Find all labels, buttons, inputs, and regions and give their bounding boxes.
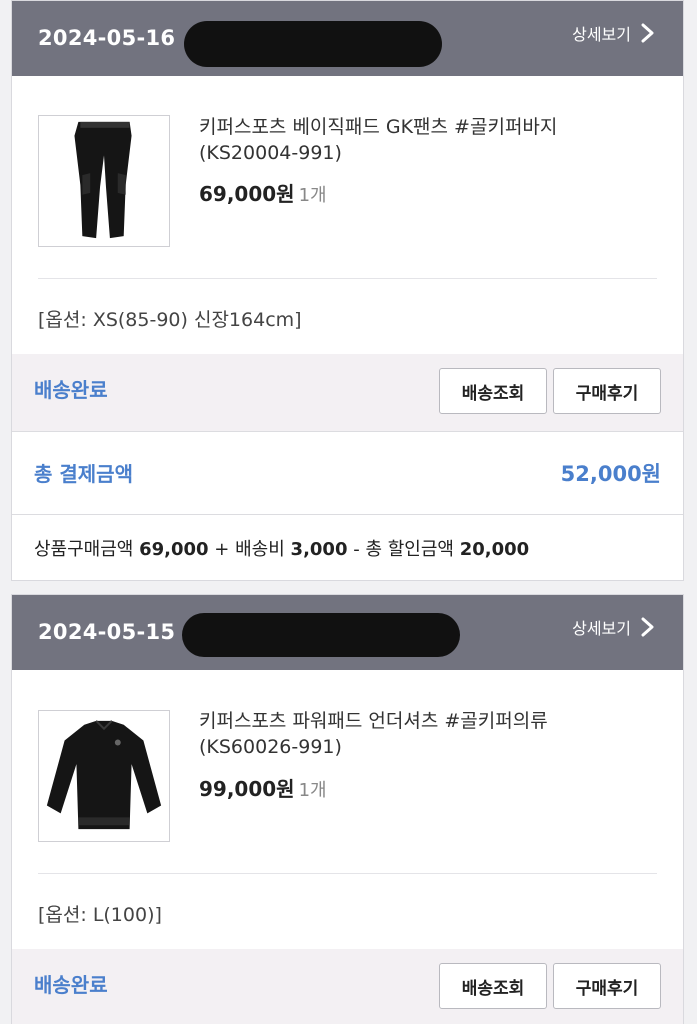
plus-sign: + <box>214 539 230 560</box>
track-delivery-button[interactable]: 배송조회 <box>439 368 547 414</box>
status-bar: 배송완료 배송조회 구매후기 <box>12 949 683 1024</box>
order-card: 2024-05-15 상세보기 키퍼스포츠 파워패드 언더셔츠 #골키퍼의류 (… <box>11 594 684 1024</box>
minus-sign: - <box>353 539 360 560</box>
divider <box>38 278 657 279</box>
total-payment-value: 52,000원 <box>560 462 661 486</box>
discount-label: 총 할인금액 <box>365 539 454 560</box>
detail-link[interactable]: 상세보기 <box>572 615 657 639</box>
order-card: 2024-05-16 상세보기 키퍼스포츠 베이직패드 GK팬츠 #골키퍼바지 … <box>11 0 684 581</box>
shipping-label: 배송비 <box>235 539 285 560</box>
write-review-button[interactable]: 구매후기 <box>553 368 661 414</box>
product-name[interactable]: 키퍼스포츠 베이직패드 GK팬츠 #골키퍼바지 (KS20004-991) <box>199 114 649 166</box>
order-header: 2024-05-15 상세보기 <box>12 595 683 670</box>
product-qty: 1개 <box>298 780 327 801</box>
delivery-status: 배송완료 <box>34 378 108 402</box>
item-amount-value: 69,000 <box>139 539 209 560</box>
total-payment-label: 총 결제금액 <box>34 462 133 486</box>
pants-image <box>39 116 169 246</box>
shipping-value: 3,000 <box>290 539 348 560</box>
product-row: 키퍼스포츠 베이직패드 GK팬츠 #골키퍼바지 (KS20004-991) 69… <box>12 76 683 278</box>
write-review-button[interactable]: 구매후기 <box>553 963 661 1009</box>
detail-link[interactable]: 상세보기 <box>572 21 657 45</box>
redacted-order-number <box>182 613 460 657</box>
price-line: 69,000원 1개 <box>199 178 327 207</box>
payment-breakdown: 상품구매금액 69,000 + 배송비 3,000 - 총 할인금액 20,00… <box>34 535 529 561</box>
product-price: 69,000원 <box>199 182 295 206</box>
price-line: 99,000원 1개 <box>199 773 327 802</box>
option-text: [옵션: XS(85-90) 신장164cm] <box>38 309 302 331</box>
track-delivery-button[interactable]: 배송조회 <box>439 963 547 1009</box>
product-thumbnail[interactable] <box>38 710 170 842</box>
delivery-status: 배송완료 <box>34 973 108 997</box>
product-row: 키퍼스포츠 파워패드 언더셔츠 #골키퍼의류 (KS60026-991) 99,… <box>12 670 683 872</box>
option-text: [옵션: L(100)] <box>38 904 162 926</box>
status-bar: 배송완료 배송조회 구매후기 <box>12 354 683 431</box>
product-thumbnail[interactable] <box>38 115 170 247</box>
redacted-order-number <box>184 21 442 67</box>
chevron-right-icon <box>641 617 654 637</box>
product-qty: 1개 <box>298 185 327 206</box>
product-price: 99,000원 <box>199 777 295 801</box>
total-payment-row: 총 결제금액 52,000원 <box>12 431 683 515</box>
shirt-image <box>39 711 169 841</box>
order-date: 2024-05-15 <box>38 620 176 644</box>
item-amount-label: 상품구매금액 <box>34 539 134 560</box>
detail-label: 상세보기 <box>572 25 631 44</box>
divider <box>38 873 657 874</box>
detail-label: 상세보기 <box>572 619 631 638</box>
product-name[interactable]: 키퍼스포츠 파워패드 언더셔츠 #골키퍼의류 (KS60026-991) <box>199 708 649 760</box>
order-header: 2024-05-16 상세보기 <box>12 1 683 76</box>
discount-value: 20,000 <box>459 539 530 560</box>
chevron-right-icon <box>641 23 654 43</box>
order-date: 2024-05-16 <box>38 26 176 50</box>
